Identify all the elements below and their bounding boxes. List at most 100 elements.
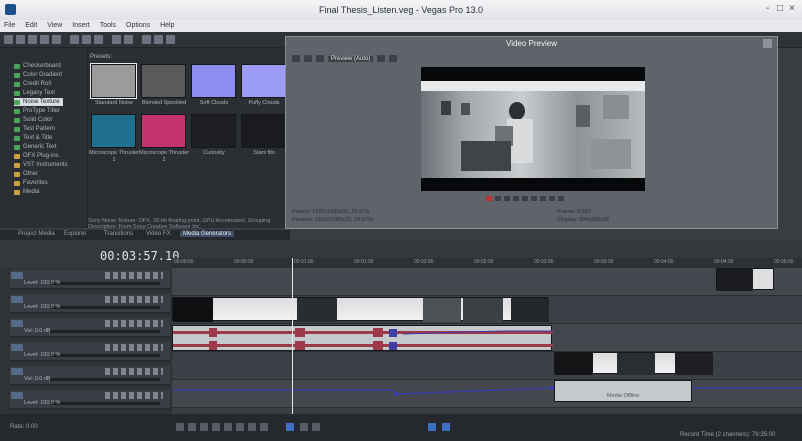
- preview-device-icon[interactable]: [304, 55, 312, 62]
- preset-thumbnail[interactable]: [91, 114, 136, 148]
- normal-edit-tool-button[interactable]: [286, 423, 294, 431]
- menu-file[interactable]: File: [0, 20, 19, 29]
- preset-thumbnail[interactable]: [141, 64, 186, 98]
- plugin-tree-item[interactable]: OFX Plug-ins: [14, 152, 59, 160]
- level-slider[interactable]: [50, 402, 160, 405]
- record-button[interactable]: [176, 423, 184, 431]
- plugin-tree-item[interactable]: Noise Texture: [14, 98, 63, 106]
- preview-close-icon[interactable]: [763, 39, 772, 48]
- level-slider[interactable]: [50, 378, 160, 381]
- play-from-start-icon[interactable]: [504, 196, 510, 201]
- copy-icon[interactable]: [82, 35, 91, 44]
- plugin-tree-item[interactable]: Color Gradient: [14, 71, 62, 79]
- undo-icon[interactable]: [112, 35, 121, 44]
- level-slider[interactable]: [50, 330, 160, 333]
- plugin-tree-item[interactable]: Media: [14, 188, 39, 196]
- envelope-tool-icon[interactable]: [154, 35, 163, 44]
- menu-options[interactable]: Options: [122, 20, 154, 29]
- plugin-tree-item[interactable]: Credit Roll: [14, 80, 51, 88]
- plugin-tree-item[interactable]: Solid Color: [14, 116, 52, 124]
- plugin-tree-item[interactable]: Test Pattern: [14, 125, 55, 133]
- plugin-tree-item[interactable]: Legacy Text: [14, 89, 55, 97]
- audio-clip[interactable]: Media Offline: [554, 380, 692, 402]
- plugin-tree-item[interactable]: ProType Titler: [14, 107, 60, 115]
- menu-tools[interactable]: Tools: [96, 20, 120, 29]
- track-buttons[interactable]: [105, 272, 163, 279]
- track-buttons[interactable]: [105, 392, 163, 399]
- plugin-tree-item[interactable]: Other: [14, 170, 38, 178]
- track-buttons[interactable]: [105, 320, 163, 327]
- track-header[interactable]: Level: 100.0 %: [10, 270, 170, 289]
- tab-video-fx[interactable]: Video FX: [146, 231, 171, 237]
- track-area[interactable]: Media Offline: [172, 268, 802, 414]
- next-frame-icon[interactable]: [549, 196, 555, 201]
- close-button[interactable]: ×: [789, 3, 795, 14]
- preview-properties-icon[interactable]: [292, 55, 300, 62]
- play-icon[interactable]: [513, 196, 519, 201]
- maximize-button[interactable]: □: [777, 3, 783, 14]
- video-clip[interactable]: [716, 268, 774, 291]
- track-header[interactable]: Level: 100.0 %: [10, 390, 170, 409]
- minimize-button[interactable]: -: [766, 3, 769, 14]
- play-button[interactable]: [212, 423, 220, 431]
- track-header[interactable]: Vol: 0.0 dB: [10, 318, 170, 337]
- track-buttons[interactable]: [105, 296, 163, 303]
- preset-thumbnail[interactable]: [191, 64, 236, 98]
- level-slider[interactable]: [50, 354, 160, 357]
- pause-button[interactable]: [224, 423, 232, 431]
- preset-thumbnail[interactable]: [191, 114, 236, 148]
- stop-icon[interactable]: [531, 196, 537, 201]
- render-icon[interactable]: [52, 35, 61, 44]
- copy-snapshot-icon[interactable]: [389, 55, 398, 62]
- tab-transitions[interactable]: Transitions: [104, 231, 133, 237]
- video-clip[interactable]: [172, 297, 549, 322]
- tab-explorer[interactable]: Explorer: [64, 231, 86, 237]
- open-icon[interactable]: [16, 35, 25, 44]
- play-from-start-button[interactable]: [200, 423, 208, 431]
- save-icon[interactable]: [28, 35, 37, 44]
- track-header[interactable]: Level: 100.0 %: [10, 294, 170, 313]
- preset-thumbnail[interactable]: [241, 64, 286, 98]
- menu-view[interactable]: View: [43, 20, 66, 29]
- stop-button[interactable]: [236, 423, 244, 431]
- envelope-edit-tool-button[interactable]: [300, 423, 308, 431]
- plugin-tree-item[interactable]: Checkerboard: [14, 62, 61, 70]
- menu-edit[interactable]: Edit: [21, 20, 41, 29]
- go-to-start-button[interactable]: [248, 423, 256, 431]
- new-project-icon[interactable]: [4, 35, 13, 44]
- track-buttons[interactable]: [105, 344, 163, 351]
- pause-icon[interactable]: [522, 196, 528, 201]
- loop-icon[interactable]: [495, 196, 501, 201]
- plugin-tree-item[interactable]: VST Instruments: [14, 161, 68, 169]
- redo-icon[interactable]: [124, 35, 133, 44]
- go-to-end-icon[interactable]: [558, 196, 564, 201]
- snapping-button[interactable]: [428, 423, 436, 431]
- track-buttons[interactable]: [105, 368, 163, 375]
- track-header[interactable]: Vol: 0.0 dB: [10, 366, 170, 385]
- selection-tool-icon[interactable]: [166, 35, 175, 44]
- preset-thumbnail[interactable]: [141, 114, 186, 148]
- preset-thumbnail[interactable]: [241, 114, 286, 148]
- cut-icon[interactable]: [70, 35, 79, 44]
- preset-thumbnail[interactable]: [90, 63, 137, 99]
- tab-media-generators[interactable]: Media Generators: [180, 231, 235, 237]
- properties-icon[interactable]: [40, 35, 49, 44]
- playhead-cursor[interactable]: [292, 258, 293, 416]
- plugin-tree-item[interactable]: Favorites: [14, 179, 48, 187]
- volume-envelope[interactable]: [172, 380, 802, 408]
- overlays-icon[interactable]: [377, 55, 386, 62]
- split-screen-icon[interactable]: [316, 55, 324, 62]
- loop-playback-button[interactable]: [188, 423, 196, 431]
- paste-icon[interactable]: [94, 35, 103, 44]
- menu-help[interactable]: Help: [156, 20, 178, 29]
- video-clip[interactable]: [554, 352, 713, 375]
- go-to-end-button[interactable]: [260, 423, 268, 431]
- plugin-tree-item[interactable]: Generic Text: [14, 143, 57, 151]
- edit-tool-icon[interactable]: [142, 35, 151, 44]
- prev-frame-icon[interactable]: [540, 196, 546, 201]
- plugin-tree-item[interactable]: Text & Title: [14, 134, 52, 142]
- auto-ripple-button[interactable]: [442, 423, 450, 431]
- selection-edit-tool-button[interactable]: [312, 423, 320, 431]
- track-header[interactable]: Level: 100.0 %: [10, 342, 170, 361]
- level-slider[interactable]: [50, 306, 160, 309]
